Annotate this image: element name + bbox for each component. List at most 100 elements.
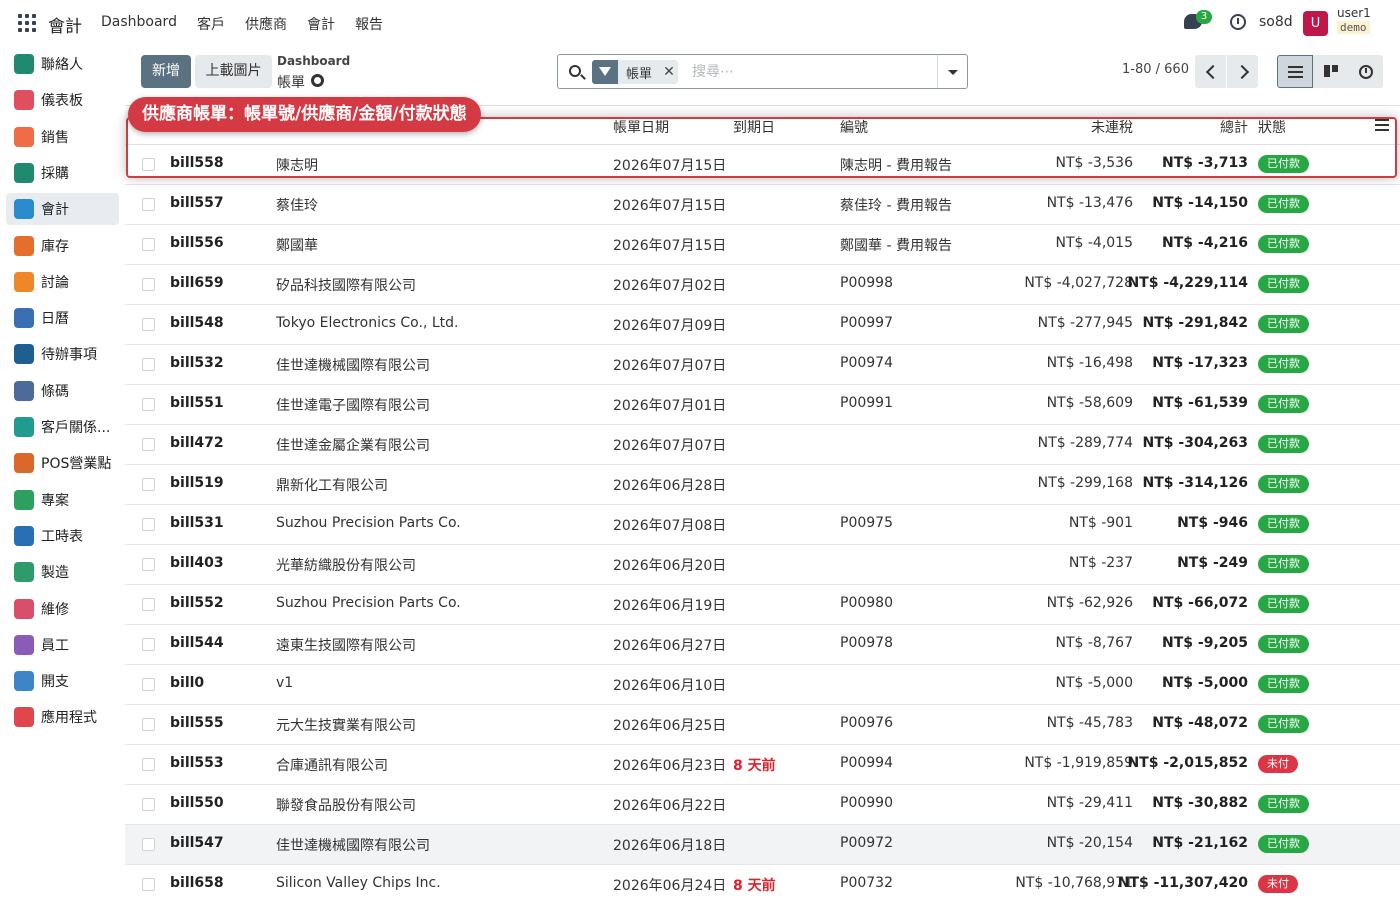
sidebar-item-15[interactable]: 維修	[6, 593, 119, 625]
app-icon	[14, 199, 34, 220]
user-avatar[interactable]: U	[1303, 11, 1328, 36]
row-checkbox[interactable]	[142, 878, 155, 891]
sidebar-item-8[interactable]: 待辦事項	[6, 338, 119, 370]
table-row[interactable]: bill532 佳世達機械國際有限公司 2026年07月07日 P00974 NT$ -…	[125, 345, 1400, 385]
menu-accounting[interactable]: 會計	[307, 14, 335, 34]
total-amount: NT$ -30,882	[1152, 795, 1248, 811]
sidebar-item-1[interactable]: 儀表板	[6, 84, 119, 116]
reference: P00990	[840, 795, 893, 811]
search-options-toggle[interactable]	[937, 55, 967, 88]
table-row[interactable]: bill658 Silicon Valley Chips Inc. 2026年06月…	[125, 865, 1400, 900]
sidebar-item-13[interactable]: 工時表	[6, 520, 119, 552]
due-date: 8 天前	[733, 878, 776, 894]
sidebar-item-2[interactable]: 銷售	[6, 121, 119, 153]
table-row[interactable]: bill472 佳世達金屬企業有限公司 2026年07月07日 NT$ -289,77…	[125, 425, 1400, 465]
menu-vendors[interactable]: 供應商	[245, 14, 287, 34]
kanban-view-button[interactable]	[1313, 55, 1349, 88]
table-row[interactable]: bill544 遠東生技國際有限公司 2026年06月27日 P00978 NT$ -8…	[125, 625, 1400, 665]
untaxed-amount: NT$ -10,768,971	[1015, 875, 1133, 891]
menu-customers[interactable]: 客戶	[197, 14, 225, 34]
menu-dashboard[interactable]: Dashboard	[101, 14, 177, 34]
payment-status-badge: 已付款	[1258, 475, 1309, 493]
payment-status-badge: 已付款	[1258, 675, 1309, 693]
row-checkbox[interactable]	[142, 678, 155, 691]
row-checkbox[interactable]	[142, 638, 155, 651]
row-checkbox[interactable]	[142, 718, 155, 731]
sidebar-item-3[interactable]: 採購	[6, 157, 119, 189]
facet-close-icon[interactable]: ✕	[660, 64, 678, 80]
gear-icon[interactable]	[311, 74, 324, 87]
total-amount: NT$ -2,015,852	[1127, 755, 1248, 771]
app-name[interactable]: 會計	[48, 12, 82, 37]
user-name[interactable]: user1	[1337, 6, 1371, 20]
sidebar-item-9[interactable]: 條碼	[6, 375, 119, 407]
table-row[interactable]: bill553 合庫通訊有限公司 2026年06月23日 8 天前 P00994 NT$ …	[125, 745, 1400, 785]
sidebar-item-11[interactable]: POS營業點	[6, 447, 119, 479]
new-button[interactable]: 新增	[141, 55, 191, 88]
table-row[interactable]: bill659 矽品科技國際有限公司 2026年07月02日 P00998 NT$ -4…	[125, 265, 1400, 305]
sidebar-item-12[interactable]: 專案	[6, 484, 119, 516]
untaxed-amount: NT$ -4,027,728	[1024, 275, 1133, 291]
table-row[interactable]: bill556 鄭國華 2026年07月15日 鄭國華 - 費用報告 NT$ -4,01…	[125, 225, 1400, 265]
activity-clock-icon[interactable]	[1230, 14, 1246, 30]
table-row[interactable]: bill547 佳世達機械國際有限公司 2026年06月18日 P00972 NT$ -…	[125, 825, 1400, 865]
sidebar-item-7[interactable]: 日曆	[6, 302, 119, 334]
row-checkbox[interactable]	[142, 838, 155, 851]
table-row[interactable]: bill552 Suzhou Precision Parts Co. 2026年06…	[125, 585, 1400, 625]
row-checkbox[interactable]	[142, 798, 155, 811]
company-switcher[interactable]: so8d	[1259, 14, 1293, 30]
payment-status-badge: 已付款	[1258, 595, 1309, 613]
sidebar-item-14[interactable]: 製造	[6, 556, 119, 588]
row-checkbox[interactable]	[142, 198, 155, 211]
sidebar-item-4[interactable]: 會計	[6, 193, 119, 226]
row-checkbox[interactable]	[142, 598, 155, 611]
payment-status-badge: 已付款	[1258, 355, 1309, 373]
sidebar-item-10[interactable]: 客戶關係...	[6, 411, 119, 443]
pager-next-button[interactable]	[1227, 55, 1258, 88]
table-row[interactable]: bill548 Tokyo Electronics Co., Ltd. 2026年0…	[125, 305, 1400, 345]
row-checkbox[interactable]	[142, 398, 155, 411]
list-view-button[interactable]	[1277, 55, 1313, 88]
app-icon	[14, 308, 34, 329]
breadcrumb-dashboard[interactable]: Dashboard	[277, 54, 350, 68]
reference: P00732	[840, 875, 893, 891]
table-row[interactable]: bill531 Suzhou Precision Parts Co. 2026年07…	[125, 505, 1400, 545]
facet-label: 帳單	[626, 66, 653, 82]
sidebar-item-0[interactable]: 聯絡人	[6, 48, 119, 80]
menu-reporting[interactable]: 報告	[355, 14, 383, 34]
sidebar-item-18[interactable]: 應用程式	[6, 701, 119, 733]
activity-view-button[interactable]	[1349, 55, 1383, 88]
row-checkbox[interactable]	[142, 278, 155, 291]
pager-previous-button[interactable]	[1195, 55, 1226, 88]
sidebar-item-16[interactable]: 員工	[6, 629, 119, 661]
row-checkbox[interactable]	[142, 318, 155, 331]
table-row[interactable]: bill550 聯發食品股份有限公司 2026年06月22日 P00990 NT$ -2…	[125, 785, 1400, 825]
sidebar-item-6[interactable]: 討論	[6, 266, 119, 298]
table-row[interactable]: bill557 蔡佳玲 2026年07月15日 蔡佳玲 - 費用報告 NT$ -13,4…	[125, 185, 1400, 225]
table-row[interactable]: bill403 光華紡織股份有限公司 2026年06月20日 NT$ -237 NT$ …	[125, 545, 1400, 585]
table-row[interactable]: bill519 鼎新化工有限公司 2026年06月28日 NT$ -299,168 NT…	[125, 465, 1400, 505]
search-input[interactable]	[692, 61, 932, 83]
pager-value[interactable]: 1-80 / 660	[1122, 62, 1189, 77]
row-checkbox[interactable]	[142, 558, 155, 571]
upload-button[interactable]: 上載圖片	[195, 55, 272, 88]
sidebar-item-5[interactable]: 庫存	[6, 230, 119, 262]
row-checkbox[interactable]	[142, 438, 155, 451]
table-row[interactable]: bill555 元大生技實業有限公司 2026年06月25日 P00976 NT$ -4…	[125, 705, 1400, 745]
bill-date: 2026年06月10日	[613, 678, 727, 694]
row-checkbox[interactable]	[142, 518, 155, 531]
sidebar-item-17[interactable]: 開支	[6, 665, 119, 697]
row-checkbox[interactable]	[142, 238, 155, 251]
table-row[interactable]: bill551 佳世達電子國際有限公司 2026年07月01日 P00991 NT$ -…	[125, 385, 1400, 425]
row-checkbox[interactable]	[142, 478, 155, 491]
total-amount: NT$ -291,842	[1142, 315, 1248, 331]
untaxed-amount: NT$ -62,926	[1046, 595, 1133, 611]
search-icon[interactable]	[569, 65, 581, 77]
payment-status-badge: 已付款	[1258, 635, 1309, 653]
apps-menu-icon[interactable]	[18, 14, 36, 32]
table-row[interactable]: bill0 v1 2026年06月10日 NT$ -5,000 NT$ -5,000 已付…	[125, 665, 1400, 705]
sidebar-item-label: 專案	[41, 492, 69, 509]
bill-date: 2026年07月15日	[613, 198, 727, 214]
row-checkbox[interactable]	[142, 358, 155, 371]
row-checkbox[interactable]	[142, 758, 155, 771]
